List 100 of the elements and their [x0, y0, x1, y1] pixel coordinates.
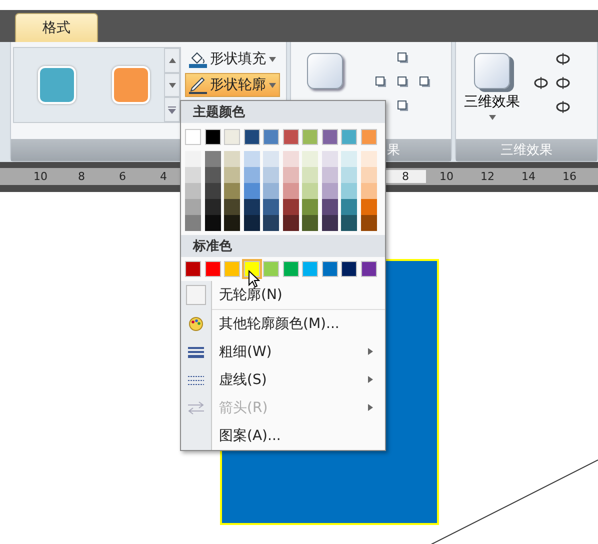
color-swatch[interactable] — [341, 129, 357, 145]
color-swatch[interactable] — [360, 151, 376, 167]
line-weight-icon — [188, 346, 204, 358]
color-swatch[interactable] — [224, 129, 240, 145]
color-swatch[interactable] — [224, 215, 240, 231]
color-swatch[interactable] — [360, 129, 376, 145]
submenu-arrow-icon — [368, 404, 373, 410]
group-label: 果 — [387, 142, 400, 159]
color-swatch[interactable] — [302, 167, 318, 183]
color-swatch[interactable] — [341, 261, 357, 277]
color-swatch[interactable] — [204, 167, 220, 183]
menu-item[interactable]: 虚线(S) — [181, 366, 385, 394]
color-swatch[interactable] — [302, 199, 318, 215]
color-swatch[interactable] — [185, 167, 201, 183]
color-swatch[interactable] — [341, 215, 357, 231]
color-swatch[interactable] — [244, 129, 260, 145]
color-swatch[interactable] — [224, 261, 240, 277]
color-swatch[interactable] — [360, 183, 376, 199]
color-swatch[interactable] — [322, 151, 338, 167]
color-swatch[interactable] — [282, 261, 298, 277]
color-swatch[interactable] — [224, 183, 240, 199]
color-swatch[interactable] — [185, 151, 201, 167]
color-swatch[interactable] — [302, 215, 318, 231]
color-swatch[interactable] — [224, 199, 240, 215]
rotate-icon[interactable] — [555, 75, 571, 91]
color-swatch[interactable] — [282, 183, 298, 199]
color-swatch[interactable] — [322, 261, 338, 277]
color-swatch[interactable] — [263, 151, 279, 167]
rotate-icon[interactable] — [555, 99, 571, 115]
color-swatch[interactable] — [204, 129, 220, 145]
color-swatch[interactable] — [244, 167, 260, 183]
color-swatch[interactable] — [244, 183, 260, 199]
ruler-number: 12 — [480, 170, 496, 183]
color-swatch[interactable] — [263, 167, 279, 183]
color-swatch[interactable] — [185, 199, 201, 215]
color-swatch[interactable] — [244, 199, 260, 215]
scroll-down-button[interactable] — [164, 72, 180, 98]
ribbon-tab[interactable]: 格式 — [15, 13, 98, 42]
color-swatch[interactable] — [263, 183, 279, 199]
color-swatch[interactable] — [224, 167, 240, 183]
color-swatch[interactable] — [185, 215, 201, 231]
color-swatch[interactable] — [204, 199, 220, 215]
3d-effects-button[interactable]: 三维效果 — [458, 47, 526, 134]
ruler-number: 6 — [118, 170, 127, 183]
color-swatch[interactable] — [204, 215, 220, 231]
caret-icon — [168, 58, 176, 63]
ruler-number: 4 — [159, 170, 168, 183]
color-swatch[interactable] — [302, 151, 318, 167]
menu-item[interactable]: 其他轮廓颜色(M)... — [181, 310, 385, 338]
caret-icon — [269, 82, 276, 88]
color-swatch[interactable] — [244, 151, 260, 167]
arrows-icon — [188, 401, 204, 415]
color-swatch[interactable] — [322, 167, 338, 183]
shape-style-swatch[interactable] — [112, 66, 150, 104]
color-swatch[interactable] — [282, 199, 298, 215]
color-swatch[interactable] — [322, 215, 338, 231]
color-swatch[interactable] — [341, 199, 357, 215]
menu-item[interactable]: 图案(A)... — [181, 422, 385, 450]
shape-outline-button[interactable]: 形状轮廓 — [185, 73, 280, 97]
section-heading: 标准色 — [181, 235, 385, 257]
shape-style-swatch[interactable] — [38, 66, 76, 104]
color-swatch[interactable] — [263, 215, 279, 231]
menu-item[interactable]: 粗细(W) — [181, 338, 385, 366]
color-swatch[interactable] — [302, 183, 318, 199]
color-swatch[interactable] — [263, 261, 279, 277]
color-swatch[interactable] — [185, 183, 201, 199]
color-swatch[interactable] — [282, 215, 298, 231]
color-swatch[interactable] — [185, 261, 201, 277]
color-swatch[interactable] — [302, 129, 318, 145]
color-swatch[interactable] — [360, 167, 376, 183]
rotate-icon[interactable] — [533, 75, 549, 91]
rotate-icon[interactable] — [555, 51, 571, 67]
color-swatch[interactable] — [282, 167, 298, 183]
menu-item[interactable]: 无轮廓(N) — [181, 281, 385, 309]
scroll-up-button[interactable] — [164, 48, 180, 73]
color-swatch[interactable] — [341, 151, 357, 167]
color-swatch[interactable] — [341, 167, 357, 183]
color-swatch[interactable] — [282, 129, 298, 145]
empty-square-icon — [186, 285, 206, 305]
color-swatch[interactable] — [263, 129, 279, 145]
color-swatch[interactable] — [185, 129, 201, 145]
color-swatch[interactable] — [302, 261, 318, 277]
color-swatch[interactable] — [204, 151, 220, 167]
color-swatch[interactable] — [360, 261, 376, 277]
color-swatch[interactable] — [322, 129, 338, 145]
color-swatch[interactable] — [244, 215, 260, 231]
more-button[interactable] — [164, 97, 180, 122]
paint-bucket-icon — [189, 50, 207, 68]
color-swatch[interactable] — [224, 151, 240, 167]
color-swatch[interactable] — [263, 199, 279, 215]
color-swatch[interactable] — [360, 199, 376, 215]
color-swatch[interactable] — [360, 215, 376, 231]
shadow-square-icon — [307, 53, 343, 89]
shape-fill-button[interactable]: 形状填充 — [185, 47, 280, 71]
color-swatch[interactable] — [322, 199, 338, 215]
color-swatch[interactable] — [322, 183, 338, 199]
color-swatch[interactable] — [282, 151, 298, 167]
color-swatch[interactable] — [341, 183, 357, 199]
color-swatch[interactable] — [204, 183, 220, 199]
color-swatch[interactable] — [204, 261, 220, 277]
